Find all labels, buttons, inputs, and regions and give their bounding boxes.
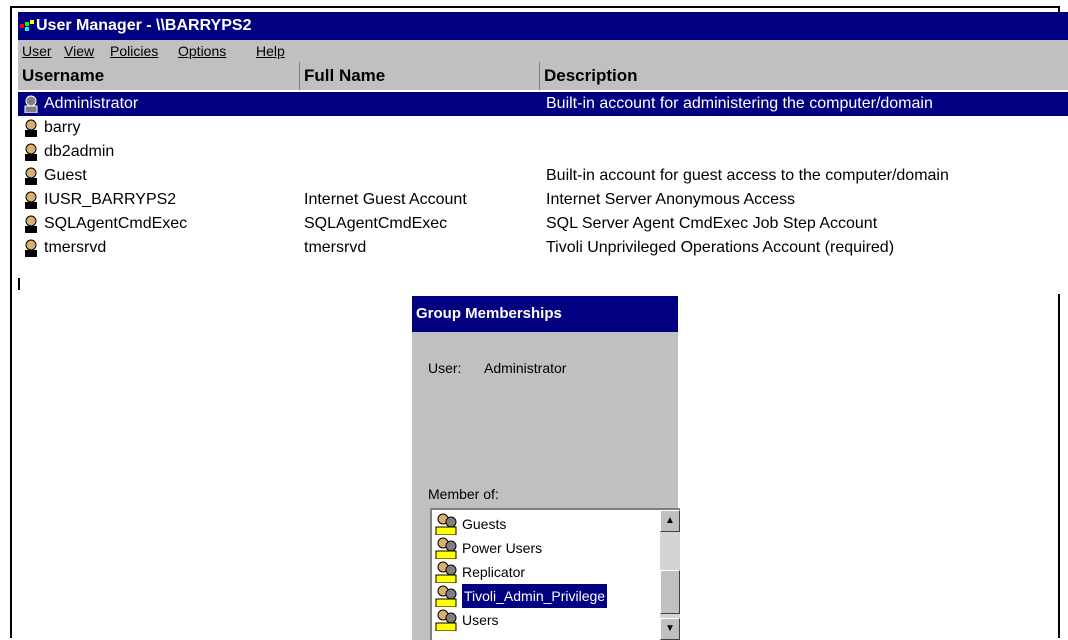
group-item[interactable]: Replicator: [432, 560, 646, 584]
member-of-listbox[interactable]: Guests Power Users Replicator Tivoli_Adm…: [430, 508, 680, 640]
user-icon: [25, 119, 37, 137]
menu-view[interactable]: View: [64, 40, 94, 62]
window-title: User Manager - \\BARRYPS2: [36, 17, 252, 34]
username: IUSR_BARRYPS2: [44, 191, 177, 208]
group-name: Guests: [462, 516, 507, 532]
username: Administrator: [44, 95, 139, 112]
user-row[interactable]: tmersrvd tmersrvd Tivoli Unprivileged Op…: [18, 236, 1068, 260]
col-full-name[interactable]: Full Name: [300, 62, 540, 90]
user-value: Administrator: [484, 360, 567, 376]
arrow-down-icon: ▼: [665, 623, 675, 634]
col-description[interactable]: Description: [540, 62, 1068, 90]
menu-policies[interactable]: Policies: [110, 40, 158, 62]
scroll-up-button[interactable]: ▲: [660, 510, 680, 532]
group-icon: [435, 609, 457, 631]
group-memberships-dialog: Group Memberships User: Administrator Me…: [412, 296, 680, 640]
group-icon: [435, 561, 457, 583]
scroll-thumb[interactable]: [660, 570, 680, 614]
user-label: User:: [428, 360, 462, 376]
dialog-title: Group Memberships: [412, 296, 678, 332]
description: Tivoli Unprivileged Operations Account (…: [546, 239, 895, 256]
scroll-down-button[interactable]: ▼: [660, 618, 680, 640]
full-name: SQLAgentCmdExec: [304, 215, 448, 232]
group-name: Replicator: [462, 564, 526, 580]
username: barry: [44, 119, 81, 136]
group-name: Users: [462, 612, 499, 628]
title-bar: User Manager - \\BARRYPS2: [18, 12, 1068, 40]
group-icon: [435, 513, 457, 535]
user-icon: [25, 143, 37, 161]
description: Built-in account for administering the c…: [546, 95, 933, 112]
group-item[interactable]: Guests: [432, 512, 646, 536]
user-icon: [25, 239, 37, 257]
full-name: Internet Guest Account: [304, 191, 467, 208]
group-name: Power Users: [462, 540, 543, 556]
user-row[interactable]: SQLAgentCmdExec SQLAgentCmdExec SQL Serv…: [18, 212, 1068, 236]
group-item[interactable]: Users: [432, 608, 646, 632]
user-manager-window: User Manager - \\BARRYPS2 User View Poli…: [18, 12, 1068, 294]
col-username[interactable]: Username: [18, 62, 300, 90]
user-row[interactable]: IUSR_BARRYPS2 Internet Guest Account Int…: [18, 188, 1068, 212]
username: tmersrvd: [44, 239, 107, 256]
description: SQL Server Agent CmdExec Job Step Accoun…: [546, 215, 878, 232]
description: Internet Server Anonymous Access: [546, 191, 796, 208]
username: Guest: [44, 167, 87, 184]
user-row[interactable]: barry: [18, 116, 1068, 140]
member-of-label: Member of:: [428, 486, 499, 502]
user-row[interactable]: Guest Built-in account for guest access …: [18, 164, 1068, 188]
full-name: tmersrvd: [304, 239, 367, 256]
menu-bar: User View Policies Options Help: [18, 40, 1068, 62]
user-icon: [25, 167, 37, 185]
menu-help[interactable]: Help: [256, 40, 285, 62]
username: SQLAgentCmdExec: [44, 215, 188, 232]
listbox-scrollbar[interactable]: ▲ ▼: [660, 510, 680, 640]
group-icon: [435, 585, 457, 607]
group-item[interactable]: Power Users: [432, 536, 646, 560]
divider: [18, 278, 20, 290]
group-name: Tivoli_Admin_Privilege: [462, 584, 608, 608]
username: db2admin: [44, 143, 115, 160]
arrow-up-icon: ▲: [665, 515, 675, 526]
description: Built-in account for guest access to the…: [546, 167, 949, 184]
menu-user[interactable]: User: [22, 40, 52, 62]
menu-options[interactable]: Options: [178, 40, 226, 62]
user-icon: [24, 95, 38, 113]
group-item[interactable]: Tivoli_Admin_Privilege: [432, 584, 646, 608]
user-row[interactable]: db2admin: [18, 140, 1068, 164]
app-icon: [20, 20, 34, 31]
group-icon: [435, 537, 457, 559]
column-header: Username Full Name Description: [18, 62, 1068, 90]
user-row[interactable]: Administrator Built-in account for admin…: [18, 92, 1068, 116]
user-icon: [25, 215, 37, 233]
user-icon: [25, 191, 37, 209]
